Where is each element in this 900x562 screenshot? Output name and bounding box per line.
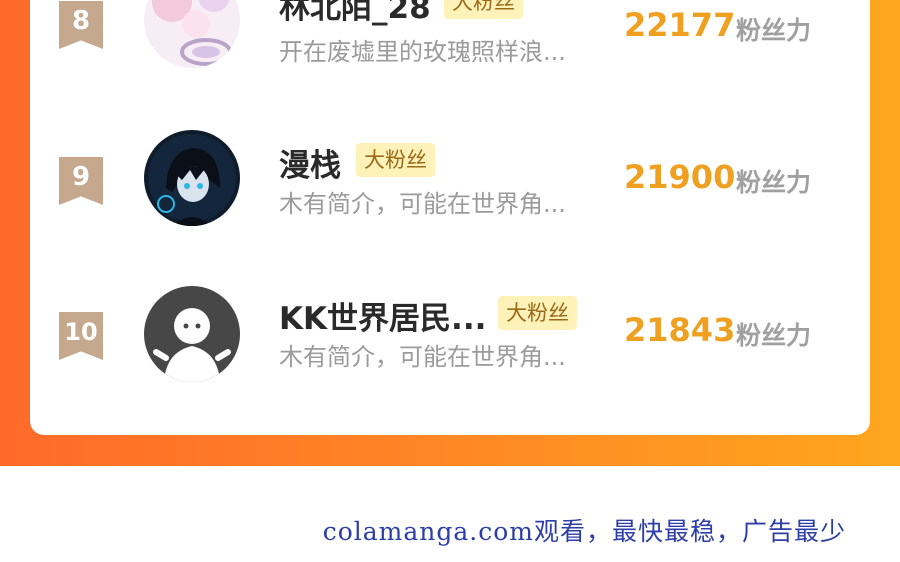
user-description: 开在废墟里的玫瑰照样浪... bbox=[279, 38, 566, 66]
fan-power-score: 21900 bbox=[624, 158, 736, 196]
rank-ribbon: 8 bbox=[59, 1, 103, 49]
user-name[interactable]: 漫栈 bbox=[279, 140, 341, 185]
fan-ranking-card: 8 林北陌_28 大粉丝 开在废墟里的玫瑰照样浪... 22177 粉丝力 9 bbox=[30, 0, 870, 435]
ranking-row[interactable]: 9 漫栈 大粉丝 木有简介，可能在世界角... 21900 粉丝力 bbox=[30, 120, 870, 230]
fan-power-score: 22177 bbox=[624, 6, 736, 44]
rank-ribbon: 9 bbox=[59, 157, 103, 205]
fan-power-unit: 粉丝力 bbox=[736, 16, 812, 45]
rank-ribbon: 10 bbox=[59, 312, 103, 360]
user-avatar[interactable] bbox=[144, 0, 240, 68]
fan-level-badge: 大粉丝 bbox=[444, 0, 523, 19]
anime-character-avatar-icon bbox=[144, 130, 240, 226]
user-description: 木有简介，可能在世界角... bbox=[279, 190, 566, 218]
user-avatar[interactable] bbox=[144, 130, 240, 226]
fan-power-score: 21843 bbox=[624, 311, 736, 349]
fan-level-badge: 大粉丝 bbox=[356, 143, 435, 177]
fan-power-unit: 粉丝力 bbox=[736, 168, 812, 197]
floral-avatar-icon bbox=[144, 0, 240, 68]
ranking-row[interactable]: 10 KK世界居民... 大粉丝 木有简介，可能在世界角... 21843 粉丝… bbox=[30, 273, 870, 383]
user-name[interactable]: 林北陌_28 bbox=[279, 0, 431, 27]
site-watermark: colamanga.com观看，最快最稳，广告最少 bbox=[322, 517, 846, 546]
user-name[interactable]: KK世界居民... bbox=[279, 293, 486, 338]
fan-power-unit: 粉丝力 bbox=[736, 321, 812, 350]
default-ghost-avatar-icon bbox=[144, 286, 240, 382]
fan-level-badge: 大粉丝 bbox=[498, 296, 577, 330]
user-avatar[interactable] bbox=[144, 286, 240, 382]
ranking-row[interactable]: 8 林北陌_28 大粉丝 开在废墟里的玫瑰照样浪... 22177 粉丝力 bbox=[30, 0, 870, 80]
user-description: 木有简介，可能在世界角... bbox=[279, 343, 566, 371]
